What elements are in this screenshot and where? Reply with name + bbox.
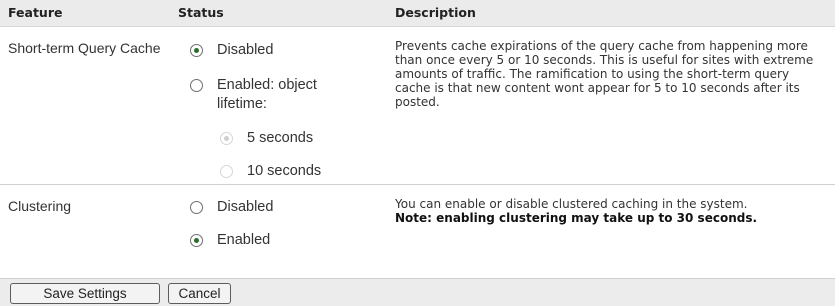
feature-label-query-cache: Short-term Query Cache <box>8 39 161 56</box>
clustering-disabled-radio[interactable] <box>190 200 203 214</box>
table-header-row: Feature Status Description <box>0 0 835 27</box>
cache-lifetime-5s-label: 5 seconds <box>247 129 314 146</box>
save-settings-button[interactable]: Save Settings <box>10 283 160 304</box>
settings-table: Feature Status Description Short-term Qu… <box>0 0 835 294</box>
cache-disabled-radio[interactable] <box>190 43 203 57</box>
cache-lifetime-10s-radio[interactable] <box>220 164 233 178</box>
cache-enabled-label: Enabled: object lifetime: <box>217 76 317 112</box>
cache-enabled-option[interactable]: Enabled: object lifetime: <box>190 76 365 114</box>
description-clustering-note: Note: enabling clustering may take up to… <box>395 210 758 225</box>
status-cell-query-cache: Disabled Enabled: object lifetime: 5 sec… <box>170 26 387 185</box>
description-query-cache: Prevents cache expirations of the query … <box>395 38 814 109</box>
description-cell-query-cache: Prevents cache expirations of the query … <box>387 26 835 185</box>
cache-lifetime-5s-option[interactable]: 5 seconds <box>220 129 313 148</box>
description-clustering: You can enable or disable clustered cach… <box>387 185 835 225</box>
cache-lifetime-5s-radio[interactable] <box>220 131 233 145</box>
feature-label-clustering: Clustering <box>8 197 72 214</box>
clustering-disabled-label: Disabled <box>217 198 274 215</box>
cancel-button[interactable]: Cancel <box>168 283 231 304</box>
cache-disabled-label: Disabled <box>217 41 274 58</box>
feature-column-header: Feature <box>0 0 170 27</box>
button-bar: Save Settings Cancel <box>0 278 835 306</box>
clustering-disabled-option[interactable]: Disabled <box>190 198 273 217</box>
description-clustering-text: You can enable or disable clustered cach… <box>395 196 748 211</box>
clustering-enabled-label: Enabled <box>217 231 271 248</box>
description-column-header: Description <box>387 0 835 27</box>
clustering-enabled-radio[interactable] <box>190 233 203 247</box>
cache-lifetime-10s-label: 10 seconds <box>247 162 322 179</box>
clustering-enabled-option[interactable]: Enabled <box>190 231 270 250</box>
table-row-query-cache: Short-term Query Cache Disabled Enabled:… <box>0 26 835 185</box>
cache-enabled-radio[interactable] <box>190 78 203 92</box>
feature-cell-query-cache: Short-term Query Cache <box>0 26 170 185</box>
cache-lifetime-10s-option[interactable]: 10 seconds <box>220 162 321 181</box>
cache-disabled-option[interactable]: Disabled <box>190 41 273 60</box>
status-column-header: Status <box>170 0 387 27</box>
